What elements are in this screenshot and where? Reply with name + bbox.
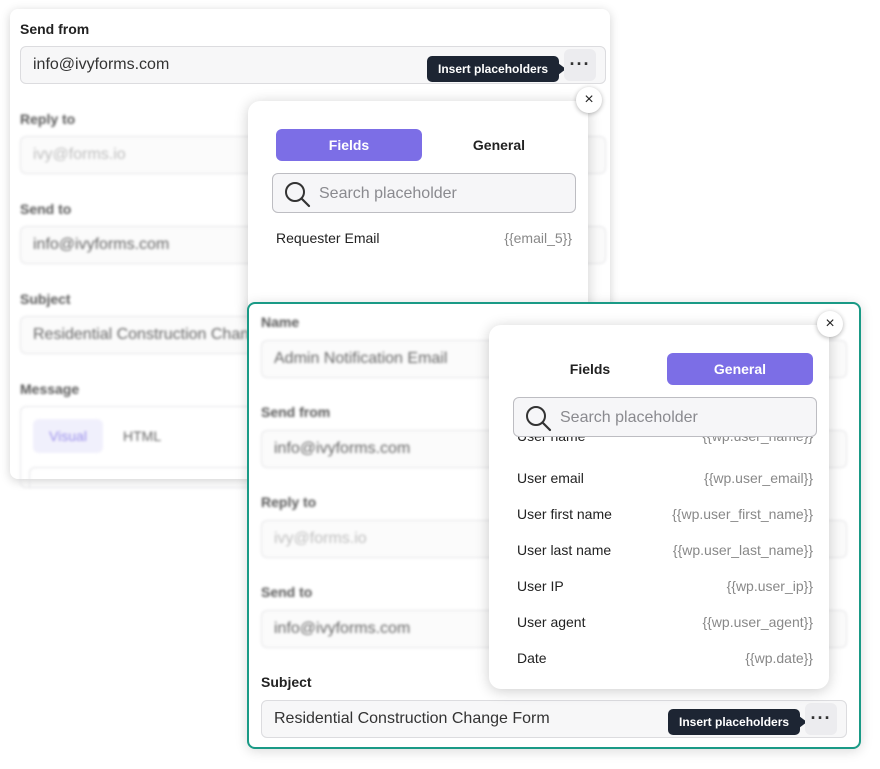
placeholder-label: User IP bbox=[517, 578, 564, 594]
placeholder-label: Date bbox=[517, 650, 547, 666]
tab-visual[interactable]: Visual bbox=[33, 419, 103, 453]
placeholder-search bbox=[272, 173, 576, 214]
reply-to-label: Reply to bbox=[261, 494, 317, 510]
tab-html[interactable]: HTML bbox=[123, 419, 161, 453]
placeholder-search bbox=[513, 397, 817, 438]
search-input[interactable] bbox=[558, 398, 810, 438]
placeholder-label: User email bbox=[517, 470, 584, 486]
tab-general[interactable]: General bbox=[667, 353, 813, 385]
subject-label: Subject bbox=[261, 674, 312, 690]
search-input[interactable] bbox=[317, 174, 569, 214]
name-label: Name bbox=[261, 314, 300, 330]
tab-fields[interactable]: Fields bbox=[276, 129, 422, 161]
placeholder-label: Requester Email bbox=[276, 230, 380, 246]
tab-fields[interactable]: Fields bbox=[517, 353, 663, 385]
placeholder-value: {{wp.user_first_name}} bbox=[672, 506, 813, 522]
list-item[interactable]: Date {{wp.date}} bbox=[517, 650, 813, 666]
placeholder-value: {{wp.user_email}} bbox=[704, 470, 813, 486]
message-label: Message bbox=[20, 381, 80, 397]
insert-placeholders-button[interactable]: ··· bbox=[564, 49, 596, 81]
placeholder-value: {{wp.user_ip}} bbox=[726, 578, 813, 594]
placeholder-label: User last name bbox=[517, 542, 612, 558]
placeholder-value: {{wp.user_last_name}} bbox=[672, 542, 813, 558]
insert-placeholders-tooltip: Insert placeholders bbox=[427, 56, 567, 82]
placeholder-label: User first name bbox=[517, 506, 612, 522]
subject-label: Subject bbox=[20, 291, 71, 307]
list-item[interactable]: User email {{wp.user_email}} bbox=[517, 470, 813, 486]
search-icon bbox=[526, 406, 552, 432]
send-from-label: Send from bbox=[20, 21, 90, 37]
send-from-label: Send from bbox=[261, 404, 331, 420]
placeholder-popup-fields: Fields General Requester Email {{email_5… bbox=[248, 101, 588, 321]
placeholder-label: User agent bbox=[517, 614, 586, 630]
send-to-label: Send to bbox=[261, 584, 313, 600]
search-icon bbox=[285, 182, 311, 208]
placeholder-popup-general: Fields General User name {{wp.user_name}… bbox=[489, 325, 829, 689]
reply-to-label: Reply to bbox=[20, 111, 76, 127]
tab-general[interactable]: General bbox=[426, 129, 572, 161]
insert-placeholders-button[interactable]: ··· bbox=[805, 703, 837, 735]
send-to-label: Send to bbox=[20, 201, 72, 217]
list-item[interactable]: User IP {{wp.user_ip}} bbox=[517, 578, 813, 594]
placeholder-value: {{wp.date}} bbox=[745, 650, 813, 666]
list-item[interactable]: Requester Email {{email_5}} bbox=[276, 230, 572, 246]
list-item[interactable]: User agent {{wp.user_agent}} bbox=[517, 614, 813, 630]
list-item[interactable]: User first name {{wp.user_first_name}} bbox=[517, 506, 813, 522]
placeholder-value: {{wp.user_agent}} bbox=[702, 614, 813, 630]
close-icon[interactable]: × bbox=[817, 311, 843, 337]
placeholder-value: {{email_5}} bbox=[504, 230, 572, 246]
list-item[interactable]: User last name {{wp.user_last_name}} bbox=[517, 542, 813, 558]
close-icon[interactable]: × bbox=[576, 87, 602, 113]
insert-placeholders-tooltip: Insert placeholders bbox=[668, 709, 808, 735]
